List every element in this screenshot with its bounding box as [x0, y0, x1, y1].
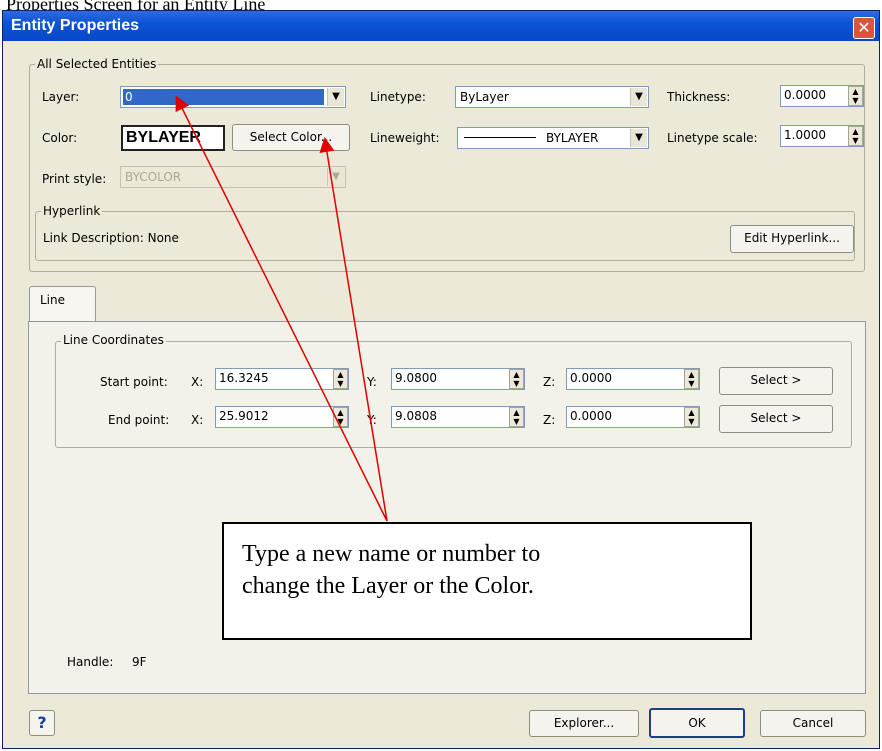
arrow-to-select-color [319, 137, 388, 522]
arrow-to-layer [175, 95, 388, 522]
annotation-arrows [175, 95, 388, 522]
